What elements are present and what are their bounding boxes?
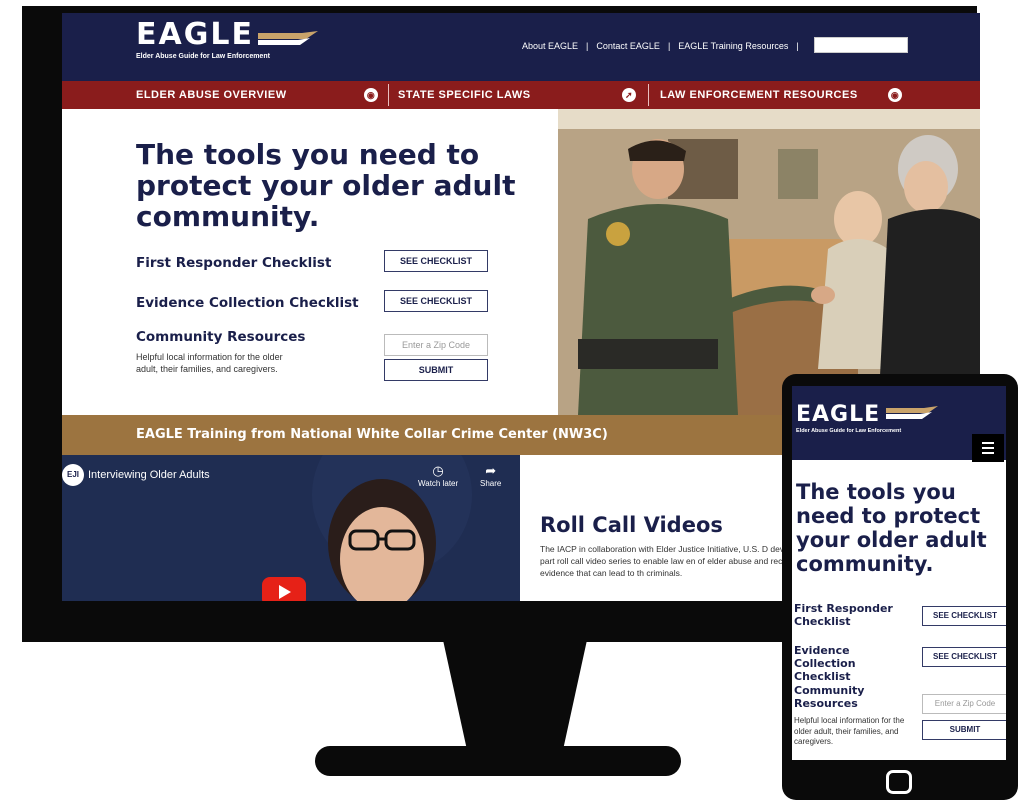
play-icon [279,585,291,599]
monitor-stand-base [315,746,681,776]
monitor-stand-neck [443,640,587,750]
share-label: Share [480,479,502,488]
device-mockup: EAGLE Elder Abuse Guide for Law Enforcem… [0,0,1023,801]
home-button-icon[interactable] [886,770,912,794]
channel-logo[interactable]: EJI [62,464,84,486]
top-links: About EAGLE | Contact EAGLE | EAGLE Trai… [522,41,799,51]
link-separator: | [796,41,799,51]
mobile-community-resources-description: Helpful local information for the older … [794,716,905,746]
watch-later-label: Watch later [418,479,459,488]
first-responder-label: First Responder Checklist [136,255,332,271]
logo-tagline: Elder Abuse Guide for Law Enforcement [136,53,270,60]
hamburger-menu-icon[interactable] [972,434,1004,462]
mobile-first-responder-label: First Responder Checklist [794,602,893,628]
link-about[interactable]: About EAGLE [522,41,578,51]
site-header: EAGLE Elder Abuse Guide for Law Enforcem… [62,13,980,81]
link-separator: | [667,41,671,51]
submit-button[interactable]: SUBMIT [384,359,488,381]
mobile-evidence-collection-checklist-button[interactable]: SEE CHECKLIST [922,647,1006,667]
mobile-first-responder-checklist-button[interactable]: SEE CHECKLIST [922,606,1006,626]
roll-call-title: Roll Call Videos [540,513,723,537]
nav-label: STATE SPECIFIC LAWS [398,89,531,101]
mobile-zip-code-input[interactable]: Enter a Zip Code [922,694,1006,714]
main-nav: ELDER ABUSE OVERVIEW ◉ STATE SPECIFIC LA… [62,81,980,109]
video-title[interactable]: Interviewing Older Adults [88,469,210,481]
chevron-down-circle-icon: ◉ [364,88,378,102]
nav-elder-abuse-overview[interactable]: ELDER ABUSE OVERVIEW ◉ [62,81,388,109]
mobile-submit-button[interactable]: SUBMIT [922,720,1006,740]
community-resources-description: Helpful local information for the older … [136,352,283,374]
nav-law-enforcement-resources[interactable]: LAW ENFORCEMENT RESOURCES ◉ [648,81,980,109]
eagle-logo[interactable]: EAGLE Elder Abuse Guide for Law Enforcem… [136,17,318,60]
link-separator: | [586,41,589,51]
nav-label: ELDER ABUSE OVERVIEW [136,89,287,101]
eagle-wing-icon [886,406,938,419]
mobile-logo-tagline: Elder Abuse Guide for Law Enforcement [796,428,902,434]
chevron-down-circle-icon: ◉ [888,88,902,102]
video-player[interactable]: EJI Interviewing Older Adults ◷ Watch la… [62,455,520,601]
evidence-collection-label: Evidence Collection Checklist [136,295,359,311]
mobile-phone: EAGLE Elder Abuse Guide for Law Enforcem… [782,374,1018,800]
training-banner-text: EAGLE Training from National White Colla… [136,427,608,442]
nav-label: LAW ENFORCEMENT RESOURCES [660,89,858,101]
mobile-screen: EAGLE Elder Abuse Guide for Law Enforcem… [792,386,1006,760]
search-input[interactable] [814,37,908,53]
first-responder-checklist-button[interactable]: SEE CHECKLIST [384,250,488,272]
mobile-community-resources-label: Community Resources [794,684,865,710]
share-arrow-icon: ➦ [485,463,497,478]
play-button[interactable] [262,577,306,601]
link-training-resources[interactable]: EAGLE Training Resources [678,41,788,51]
mobile-logo-word[interactable]: EAGLE [796,402,880,427]
share-button[interactable]: ➦ Share [480,463,501,488]
hero-content: The tools you need to protect your older… [62,109,558,415]
logo-word: EAGLE [136,17,254,52]
hero-photo [558,109,980,415]
link-contact[interactable]: Contact EAGLE [596,41,660,51]
clock-icon: ◷ [432,463,444,478]
mobile-evidence-collection-label: Evidence Collection Checklist [794,644,856,683]
eagle-wing-icon [258,31,318,45]
community-resources-label: Community Resources [136,329,306,345]
mobile-hero-title: The tools you need to protect your older… [796,480,987,576]
officer-greeting-seniors-image [558,109,980,415]
nav-state-specific-laws[interactable]: STATE SPECIFIC LAWS ➚ [388,81,648,109]
watch-later-button[interactable]: ◷ Watch later [418,463,458,488]
arrow-circle-icon: ➚ [622,88,636,102]
mobile-header: EAGLE Elder Abuse Guide for Law Enforcem… [792,386,1006,462]
evidence-collection-checklist-button[interactable]: SEE CHECKLIST [384,290,488,312]
hero-title: The tools you need to protect your older… [136,138,516,233]
zip-code-input[interactable]: Enter a Zip Code [384,334,488,356]
